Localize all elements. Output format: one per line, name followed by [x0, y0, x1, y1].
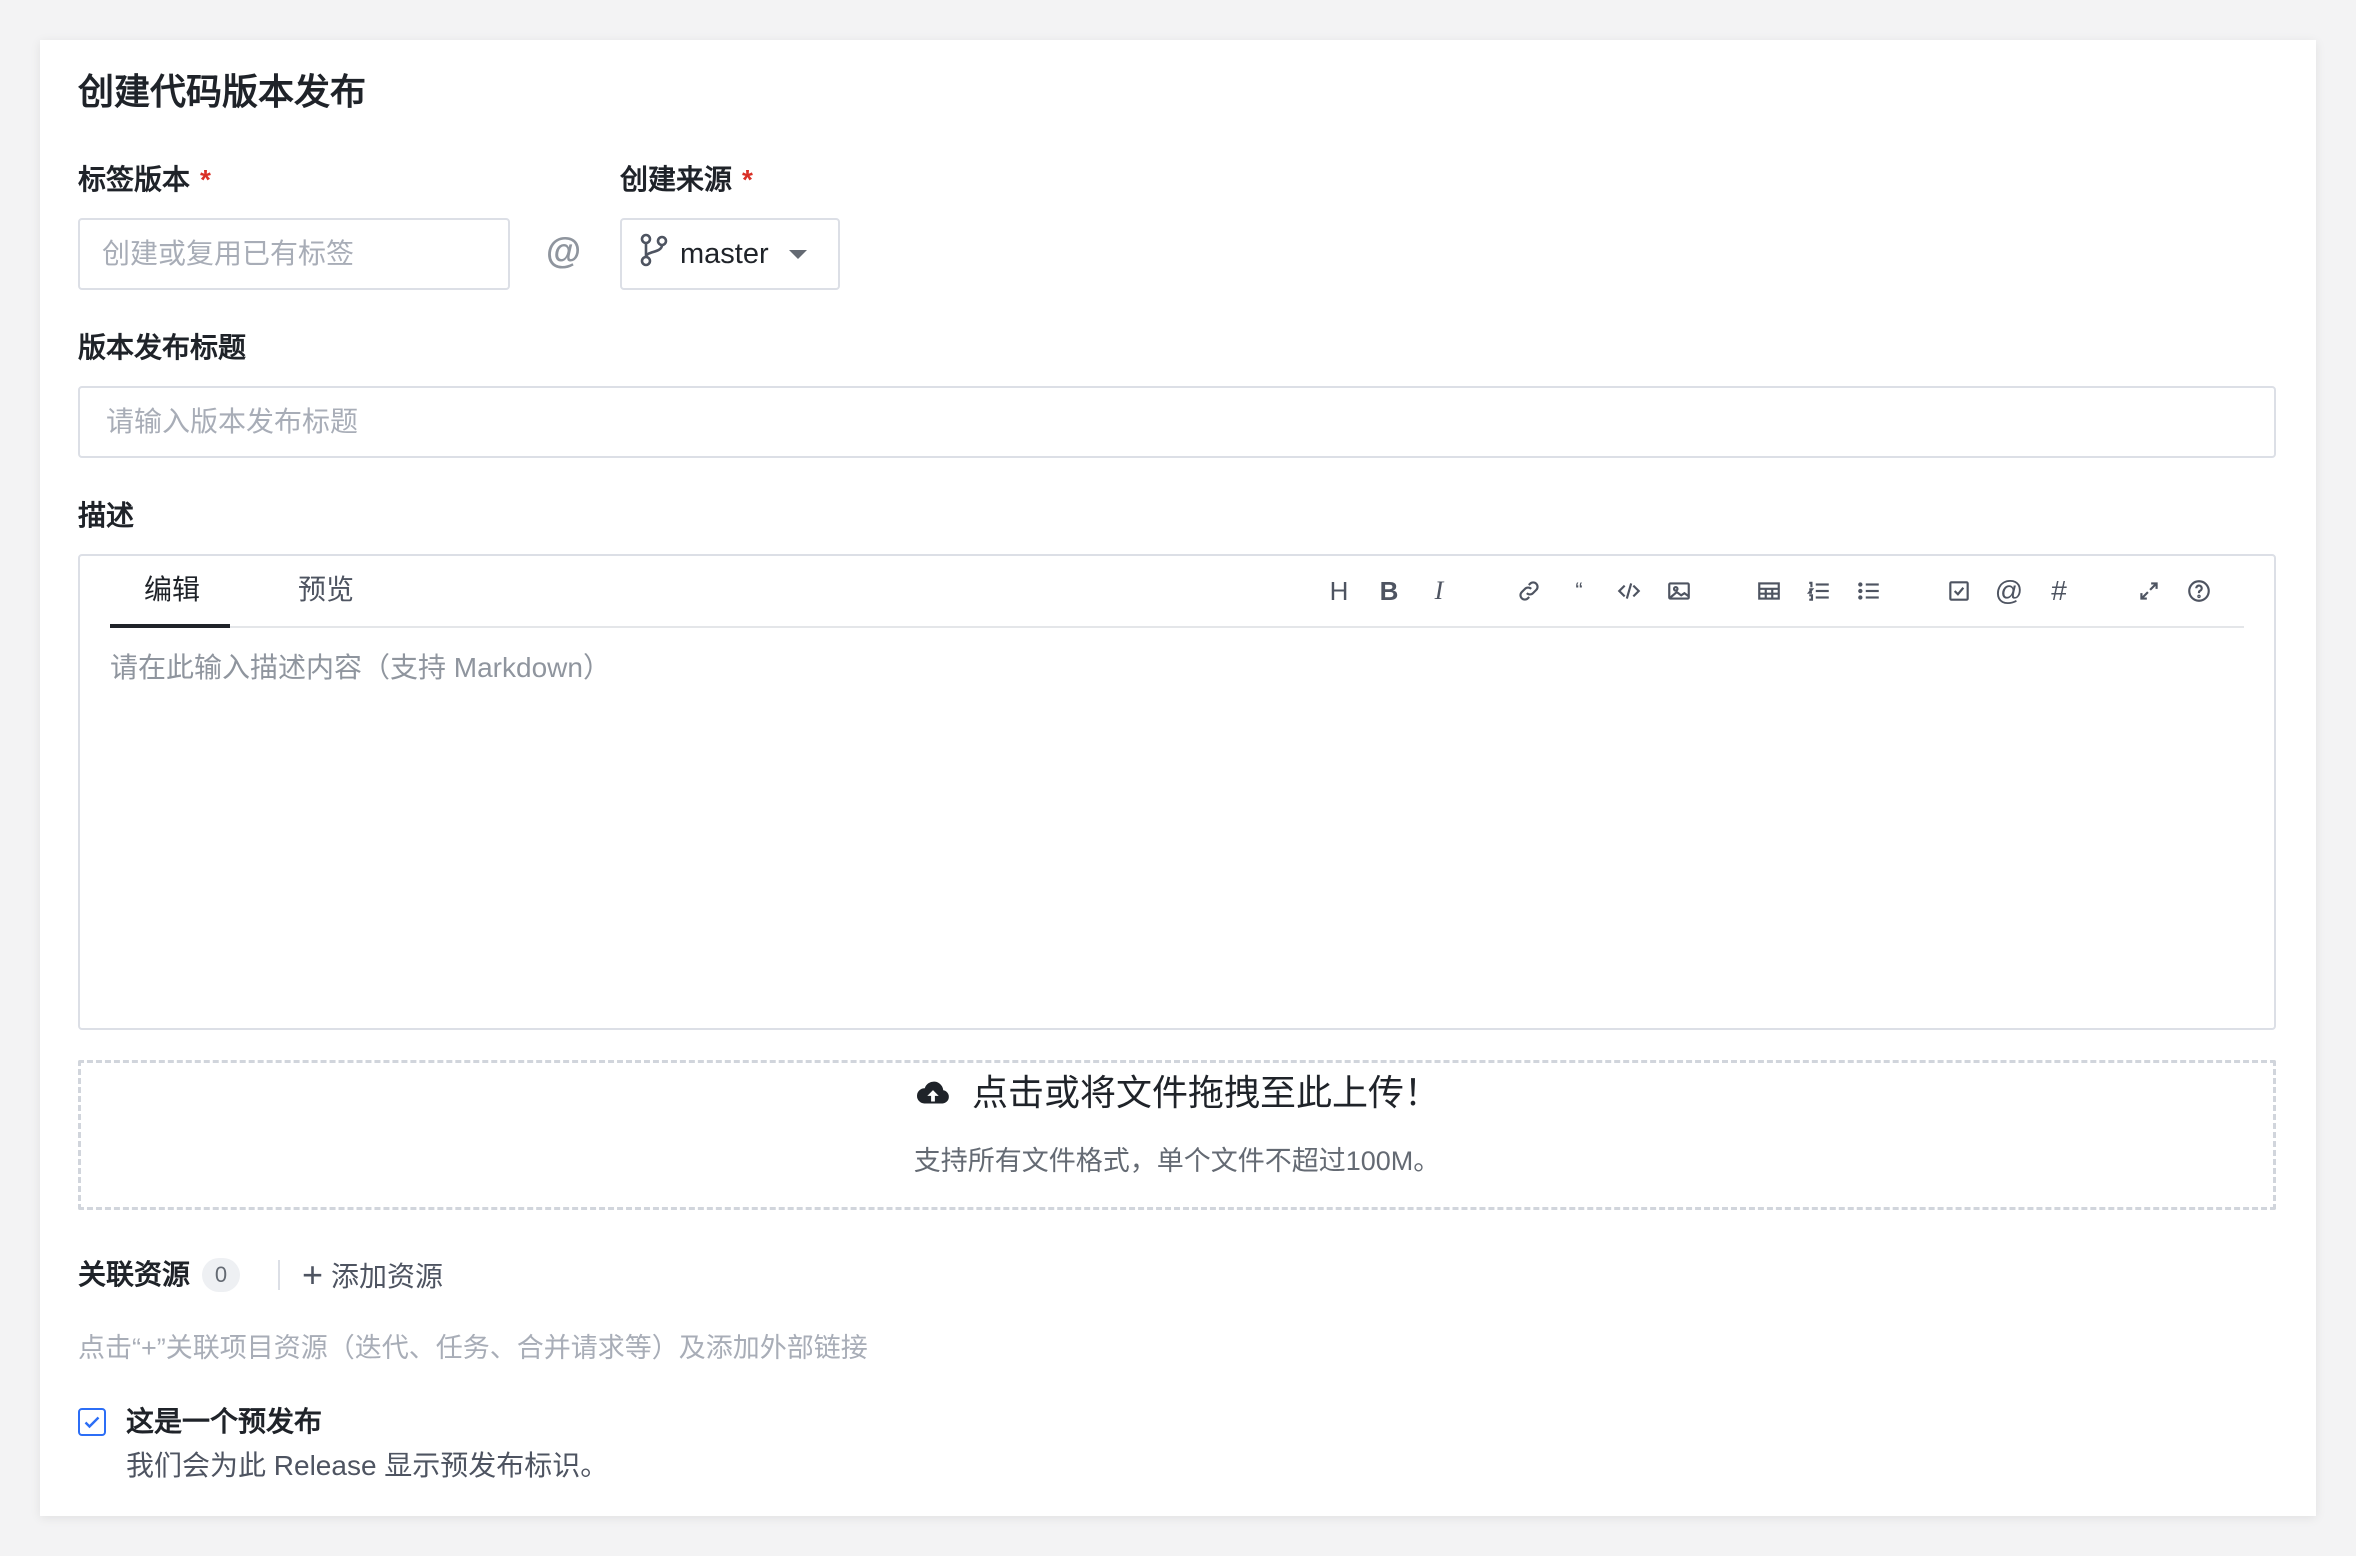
editor-tabbar: 编辑 预览 H B I “ @ #	[110, 556, 2244, 628]
prerelease-label: 这是一个预发布	[126, 1406, 323, 1437]
ordered-list-icon	[1806, 581, 1829, 601]
bullet-list-button[interactable]	[1852, 574, 1886, 608]
upload-main: 点击或将文件拖拽至此上传！	[81, 1069, 2273, 1117]
description-textarea[interactable]: 请在此输入描述内容（支持 Markdown）	[110, 646, 611, 686]
fullscreen-button[interactable]	[2132, 574, 2166, 608]
code-button[interactable]	[1612, 574, 1646, 608]
prerelease-description: 我们会为此 Release 显示预发布标识。	[126, 1450, 609, 1481]
mention-button[interactable]: @	[1992, 574, 2026, 608]
description-label: 描述	[78, 500, 135, 531]
release-title-input[interactable]: 请输入版本发布标题	[78, 386, 2276, 458]
resources-count-badge: 0	[202, 1258, 241, 1292]
ordered-list-button[interactable]	[1802, 574, 1836, 608]
tag-version-label: 标签版本 *	[78, 160, 211, 200]
page-title: 创建代码版本发布	[78, 71, 367, 112]
checkbox-icon	[1949, 581, 1969, 601]
prerelease-checkbox[interactable]	[78, 1408, 106, 1436]
code-icon	[1617, 583, 1641, 599]
tag-version-label-text: 标签版本	[78, 164, 191, 195]
hash-button[interactable]: #	[2042, 574, 2076, 608]
linked-resources-label: 关联资源	[78, 1259, 191, 1290]
bold-button[interactable]: B	[1372, 574, 1406, 608]
active-tab-indicator	[110, 624, 230, 628]
image-button[interactable]	[1662, 574, 1696, 608]
release-title-label: 版本发布标题	[78, 332, 247, 363]
checkmark-icon	[84, 1416, 100, 1429]
divider	[278, 1260, 281, 1290]
source-label: 创建来源 *	[620, 160, 753, 200]
link-icon	[1519, 581, 1539, 601]
release-title-placeholder: 请输入版本发布标题	[106, 406, 359, 437]
upload-sub-text: 支持所有文件格式，单个文件不超过100M。	[913, 1146, 1441, 1176]
table-button[interactable]	[1752, 574, 1786, 608]
bullet-list-icon	[1858, 582, 1879, 600]
git-branch-icon	[640, 233, 668, 275]
file-upload-dropzone[interactable]: 点击或将文件拖拽至此上传！ 支持所有文件格式，单个文件不超过100M。	[78, 1060, 2276, 1210]
markdown-editor: 编辑 预览 H B I “ @ # 请在此输入描述内容（支持 Markdown）	[78, 554, 2276, 1030]
image-icon	[1668, 582, 1690, 600]
branch-select-value: master	[680, 237, 769, 270]
linked-resources-header: 关联资源 0 + 添加资源	[78, 1254, 443, 1296]
help-button[interactable]	[2182, 574, 2216, 608]
quote-button[interactable]: “	[1562, 574, 1596, 608]
help-icon	[2188, 580, 2210, 602]
upload-main-text: 点击或将文件拖拽至此上传！	[971, 1072, 1440, 1113]
task-list-button[interactable]	[1942, 574, 1976, 608]
resources-hint: 点击“+”关联项目资源（迭代、任务、合并请求等）及添加外部链接	[78, 1333, 868, 1363]
plus-icon: +	[302, 1254, 324, 1295]
expand-icon	[2140, 582, 2158, 600]
add-resource-button[interactable]: + 添加资源	[302, 1254, 443, 1296]
table-icon	[1758, 582, 1780, 600]
tag-required-mark: *	[200, 164, 211, 195]
source-label-text: 创建来源	[620, 164, 733, 195]
cloud-upload-icon	[916, 1081, 949, 1104]
chevron-down-icon	[788, 249, 807, 259]
source-required-mark: *	[742, 164, 753, 195]
italic-button[interactable]: I	[1422, 574, 1456, 608]
link-button[interactable]	[1512, 574, 1546, 608]
at-separator: @	[546, 230, 582, 271]
add-resource-label: 添加资源	[331, 1261, 444, 1292]
tag-version-input[interactable]: 创建或复用已有标签	[78, 218, 510, 290]
heading-button[interactable]: H	[1322, 574, 1356, 608]
tab-preview[interactable]: 预览	[298, 570, 354, 610]
tag-version-placeholder: 创建或复用已有标签	[102, 238, 355, 269]
tab-edit[interactable]: 编辑	[144, 570, 200, 610]
branch-select[interactable]: master	[620, 218, 840, 290]
release-form-card: 创建代码版本发布 标签版本 * 创建或复用已有标签 @ 创建来源 * master …	[40, 40, 2316, 1516]
